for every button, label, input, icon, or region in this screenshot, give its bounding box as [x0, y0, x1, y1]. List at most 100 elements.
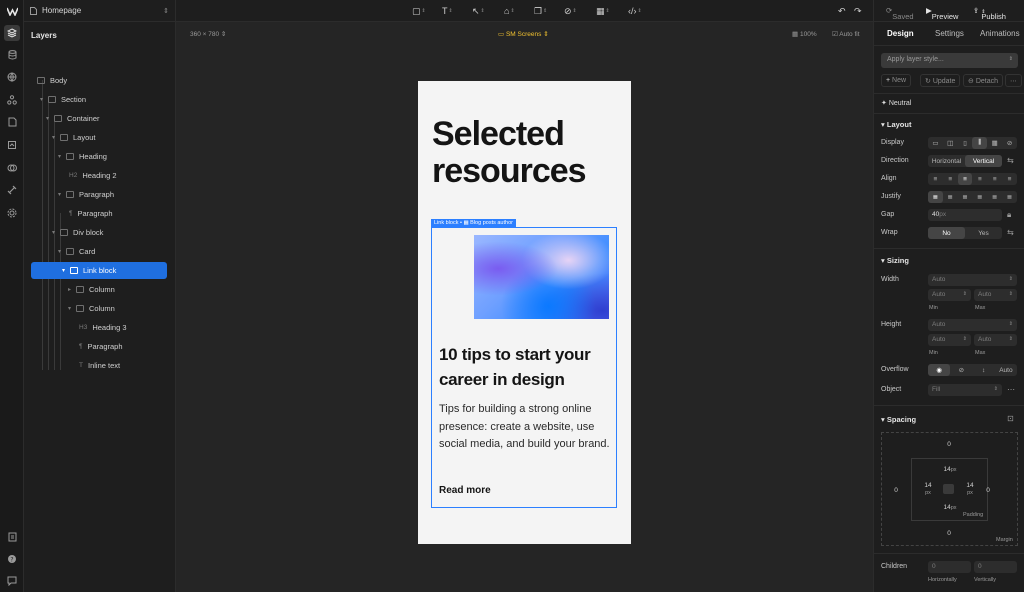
page-selector[interactable]: Homepage ⇕: [24, 0, 175, 22]
variable-mode[interactable]: ✦ Neutral: [881, 99, 911, 107]
selection-tag[interactable]: Link block • ▦ Blog posts author: [431, 219, 516, 227]
more-options-icon[interactable]: ⋯: [1005, 74, 1022, 87]
height-input[interactable]: Auto ⇕: [928, 319, 1017, 331]
assets-icon[interactable]: [4, 137, 20, 153]
wrap-segment[interactable]: No Yes: [928, 227, 1002, 239]
text-tool[interactable]: T ⇕: [442, 4, 453, 18]
justify-end-icon[interactable]: ≣: [958, 191, 973, 203]
layout-tool[interactable]: ▦ ⇕: [596, 4, 610, 18]
lock-icon[interactable]: 🔒︎: [1007, 210, 1011, 220]
layer-section[interactable]: ▾ Section: [24, 91, 167, 108]
page-frame[interactable]: Selected resources Link block • ▦ Blog p…: [418, 81, 631, 544]
direction-vertical[interactable]: Vertical: [965, 155, 1002, 167]
padding-left-value[interactable]: 14 px: [918, 482, 938, 496]
variables-tool[interactable]: ⊘ ⇕: [564, 4, 577, 18]
display-flex-icon[interactable]: ⫼: [972, 137, 988, 149]
children-vertical-input[interactable]: 0: [974, 561, 1017, 573]
layer-heading-2[interactable]: H2 Heading 2: [24, 167, 167, 184]
components-icon[interactable]: [4, 92, 20, 108]
wrap-yes[interactable]: Yes: [965, 227, 1002, 239]
max-width-input[interactable]: Auto ⇕: [974, 289, 1017, 301]
padding-top-value[interactable]: 14px: [938, 466, 962, 473]
gap-input[interactable]: 40px: [928, 209, 1002, 221]
layer-body[interactable]: Body: [24, 72, 167, 89]
database-icon[interactable]: [4, 47, 20, 63]
overflow-hidden-icon[interactable]: ⊘: [950, 364, 972, 376]
justify-evenly-icon[interactable]: ≣: [1002, 191, 1017, 203]
help-icon[interactable]: ?: [4, 551, 20, 567]
read-more-link[interactable]: Read more: [439, 485, 491, 496]
margin-bottom-value[interactable]: 0: [939, 530, 959, 537]
justify-around-icon[interactable]: ≣: [987, 191, 1002, 203]
object-fit-select[interactable]: Fill ⇕: [928, 384, 1002, 396]
card-heading[interactable]: 10 tips to start your career in design: [439, 342, 611, 392]
width-input[interactable]: Auto ⇕: [928, 274, 1017, 286]
more-options-icon[interactable]: ⋯: [1007, 385, 1015, 394]
layer-heading-3[interactable]: H3 Heading 3: [24, 319, 167, 336]
redo-button[interactable]: ↷: [854, 4, 862, 18]
layer-container[interactable]: ▾ Container: [24, 110, 167, 127]
justify-between-icon[interactable]: ≣: [972, 191, 987, 203]
update-style-button[interactable]: ↻ Update: [920, 74, 961, 87]
spacing-mode-icon[interactable]: ⊡: [1007, 414, 1014, 423]
layout-section-title[interactable]: ▾ Layout: [881, 120, 911, 129]
display-none-icon[interactable]: ⊘: [1002, 137, 1017, 149]
justify-center-icon[interactable]: ≣: [943, 191, 958, 203]
auto-fit-toggle[interactable]: ☑ Auto fit: [832, 30, 860, 38]
audit-icon[interactable]: [4, 529, 20, 545]
folder-tool[interactable]: ⌂ ⇕: [504, 4, 515, 18]
layer-layout[interactable]: ▾ Layout: [24, 129, 167, 146]
layers-stack-icon[interactable]: [4, 25, 20, 41]
display-inline-block-icon[interactable]: ◫: [943, 137, 958, 149]
padding-bottom-value[interactable]: 14px: [938, 504, 962, 511]
select-tool[interactable]: ↖ ⇕: [472, 4, 485, 18]
section-heading[interactable]: Selected resources: [432, 116, 622, 190]
layer-paragraph-text[interactable]: ¶ Paragraph: [24, 205, 167, 222]
card-paragraph[interactable]: Tips for building a strong online presen…: [439, 401, 611, 454]
pages-icon[interactable]: [4, 114, 20, 130]
publish-button[interactable]: ⇪ Publish ⇕: [973, 6, 1006, 21]
display-inline-icon[interactable]: ▯: [958, 137, 973, 149]
justify-segment[interactable]: ≣ ≣ ≣ ≣ ≣ ≣: [928, 191, 1017, 203]
canvas-size-button[interactable]: 360 × 780 ⇕: [190, 30, 226, 38]
comments-icon[interactable]: [4, 573, 20, 589]
align-stretch-icon[interactable]: ≡: [972, 173, 987, 185]
globe-icon[interactable]: [4, 69, 20, 85]
layer-link-block-selected[interactable]: ▾ Link block: [31, 262, 167, 279]
overflow-scroll-icon[interactable]: ↕: [973, 364, 995, 376]
layer-card[interactable]: ▾ Card: [24, 243, 167, 260]
align-segment[interactable]: ≡ ≡ ≡ ≡ ≡ ≡: [928, 173, 1017, 185]
undo-button[interactable]: ↶: [838, 4, 846, 18]
tab-settings[interactable]: Settings: [935, 29, 964, 38]
margin-right-value[interactable]: 0: [978, 487, 998, 494]
direction-horizontal[interactable]: Horizontal: [928, 155, 965, 167]
padding-right-value[interactable]: 14 px: [960, 482, 980, 496]
breakpoint-selector[interactable]: ▭ SM Screens ⇕: [498, 30, 549, 38]
layer-div-block[interactable]: ▾ Div block: [24, 224, 167, 241]
min-width-input[interactable]: Auto ⇕: [928, 289, 971, 301]
align-start-icon[interactable]: ≡: [928, 173, 943, 185]
align-baseline-icon[interactable]: ≡: [987, 173, 1002, 185]
tab-design[interactable]: Design: [887, 29, 914, 38]
zoom-level[interactable]: ▦ 100%: [792, 30, 817, 38]
layer-style-select[interactable]: Apply layer style... ⇕: [881, 53, 1018, 68]
add-element-tool[interactable]: ▢ ⇕: [412, 4, 426, 18]
justify-start-icon[interactable]: ≣: [928, 191, 943, 203]
design-canvas[interactable]: 360 × 780 ⇕ ▭ SM Screens ⇕ ▦ 100% ☑ Auto…: [176, 22, 873, 592]
spacing-section-title[interactable]: ▾ Spacing: [881, 415, 916, 424]
align-end-icon[interactable]: ≡: [957, 173, 973, 185]
display-segment[interactable]: ▭ ◫ ▯ ⫼ ▦ ⊘: [928, 137, 1017, 149]
max-height-input[interactable]: Auto ⇕: [974, 334, 1017, 346]
margin-left-value[interactable]: 0: [886, 487, 906, 494]
layer-column[interactable]: ▾ Column: [24, 300, 167, 317]
reverse-wrap-icon[interactable]: ⇆: [1007, 228, 1014, 237]
margin-top-value[interactable]: 0: [939, 441, 959, 448]
direction-segment[interactable]: Horizontal Vertical: [928, 155, 1002, 167]
align-between-icon[interactable]: ≡: [1002, 173, 1017, 185]
align-center-icon[interactable]: ≡: [943, 173, 958, 185]
min-height-input[interactable]: Auto ⇕: [928, 334, 971, 346]
link-block[interactable]: 10 tips to start your career in design T…: [431, 227, 617, 508]
layer-heading[interactable]: ▾ Heading: [24, 148, 167, 165]
layer-inline-text[interactable]: T Inline text: [24, 357, 167, 374]
components-tool[interactable]: ❐ ⇕: [534, 4, 547, 18]
